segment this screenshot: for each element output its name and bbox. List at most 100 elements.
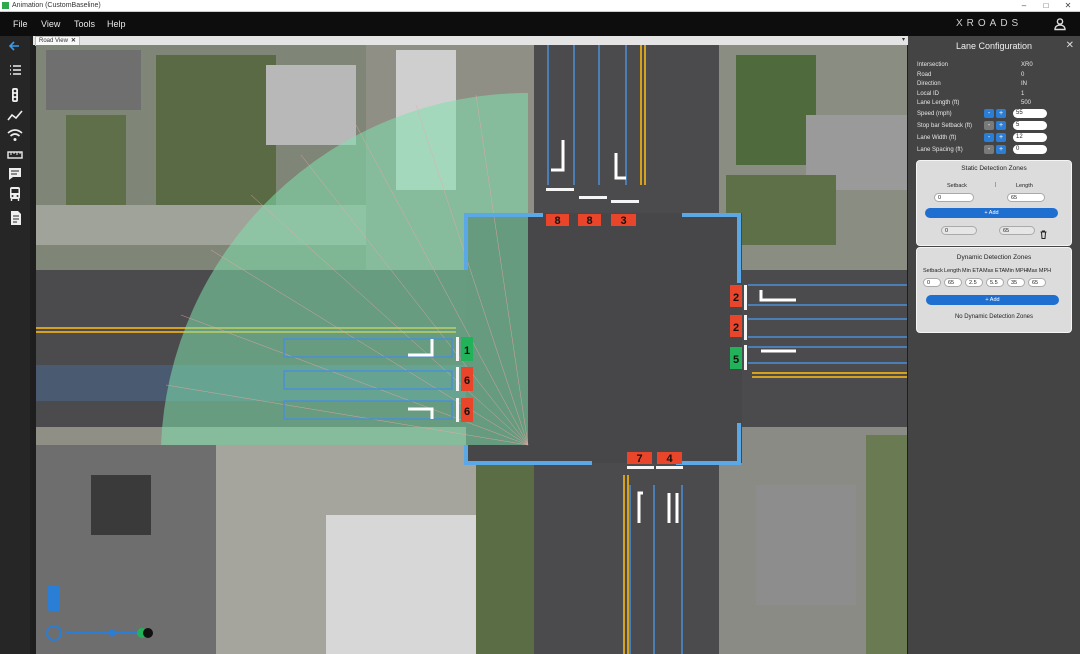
svg-text:6: 6 [464,406,470,418]
menu-tools[interactable]: Tools [74,12,95,36]
speed-decrement-button[interactable]: - [984,109,994,118]
menu-file[interactable]: File [13,12,28,36]
static-add-button[interactable]: + Add [925,208,1058,218]
traffic-light-icon[interactable] [5,87,25,103]
brand-logo: XROADS [956,18,1023,29]
svg-text:8: 8 [586,215,592,227]
static-setback-input[interactable]: 0 [934,193,974,202]
menu-bar: File View Tools Help XROADS [0,12,1080,36]
app-icon [2,2,9,9]
lane-width-input[interactable]: 12 [1013,133,1047,142]
static-length-label: Length [1016,183,1033,189]
map-zoom-slider [48,585,60,611]
prop-label: Lane Length (ft) [917,100,960,106]
report-icon[interactable] [5,210,25,226]
dynamic-add-button[interactable]: + Add [926,295,1059,305]
speed-increment-button[interactable]: + [996,109,1006,118]
stopbar-setback-label: Stop bar Setback (ft) [917,123,973,129]
panel-title: Lane Configuration [955,41,1033,51]
speed-row: Speed (mph) - + 55 [917,109,1072,119]
prop-label: Intersection [917,62,949,68]
dyn-min-eta-input[interactable]: 2.5 [965,278,983,287]
tab-close-icon[interactable]: ✕ [71,38,76,44]
lane-width-row: Lane Width (ft) - + 12 [917,133,1072,143]
message-icon[interactable] [5,166,25,182]
svg-text:1: 1 [464,345,470,357]
menu-view[interactable]: View [41,12,60,36]
static-zones-title: Static Detection Zones [961,165,1027,172]
svg-text:2: 2 [733,292,739,304]
spacing-decrement-button[interactable]: - [984,145,994,154]
lane-width-label: Lane Width (ft) [917,135,957,141]
ruler-icon[interactable] [5,147,25,163]
spacing-increment-button[interactable]: + [996,145,1006,154]
static-length-input[interactable]: 65 [1007,193,1045,202]
width-decrement-button[interactable]: - [984,133,994,142]
zone-badge-south-2: 4 [657,452,682,465]
wifi-icon[interactable] [5,127,25,143]
svg-text:8: 8 [554,215,560,227]
svg-text:7: 7 [636,453,642,465]
zone-badge-north-1: 8 [546,214,569,227]
svg-text:3: 3 [620,215,626,227]
prop-intersection: Intersection XR0 [917,60,1072,70]
dyn-length-input[interactable]: 65 [944,278,962,287]
svg-text:5: 5 [733,354,739,366]
list-icon[interactable] [5,62,25,78]
dyn-header-max-eta: Max ETA [983,268,1006,274]
minimize-button[interactable]: – [1018,0,1030,11]
panel-close-icon[interactable]: ✕ [1066,36,1074,56]
user-icon[interactable] [1053,17,1067,31]
setback-decrement-button[interactable]: - [984,121,994,130]
zone-badge-west-2: 6 [461,367,473,391]
tab-overflow-menu-icon[interactable]: ▾ [902,36,905,45]
zone-badge-west-3: 6 [461,398,473,422]
setback-increment-button[interactable]: + [996,121,1006,130]
zone-badge-south-1: 7 [627,452,652,465]
lane-spacing-input[interactable]: 0 [1013,145,1047,154]
dyn-max-eta-input[interactable]: 5.5 [986,278,1004,287]
dyn-setback-input[interactable]: 0 [923,278,941,287]
zone-badge-east-1: 2 [730,285,742,307]
trash-icon[interactable] [1039,226,1048,239]
dynamic-empty-message: No Dynamic Detection Zones [954,314,1034,320]
panel-header: Lane Configuration ✕ [908,36,1080,56]
tab-road-view-label: Road View [39,38,68,44]
stopbar-setback-input[interactable]: 5 [1013,121,1047,130]
maximize-button[interactable]: □ [1040,0,1052,11]
prop-direction: Direction IN [917,79,1072,89]
speed-input[interactable]: 55 [1013,109,1047,118]
zone-badge-west-1: 1 [461,337,473,361]
dynamic-zones-title: Dynamic Detection Zones [956,254,1032,261]
static-zone-length-value[interactable]: 65 [999,226,1035,235]
window-titlebar: Animation (CustomBaseline) – □ ✕ [0,0,1080,12]
dyn-header-min-eta: Min ETA [962,268,983,274]
zone-badge-north-3: 3 [611,214,636,227]
lane-spacing-label: Lane Spacing (ft) [917,147,963,153]
svg-text:6: 6 [464,375,470,387]
lane-spacing-row: Lane Spacing (ft) - + 0 [917,145,1072,155]
prop-value: XR0 [1021,62,1033,68]
static-setback-label: Setback [947,183,967,189]
stopbar-setback-row: Stop bar Setback (ft) - + 5 [917,121,1072,131]
prop-label: Direction [917,81,941,87]
back-arrow-icon[interactable] [5,38,25,54]
static-zone-setback-value[interactable]: 0 [941,226,977,235]
menu-help[interactable]: Help [107,12,126,36]
dyn-min-mph-input[interactable]: 35 [1007,278,1025,287]
zone-badge-east-3: 5 [730,347,742,369]
width-increment-button[interactable]: + [996,133,1006,142]
dyn-header-min-mph: Min MPH [1005,268,1028,274]
close-window-button[interactable]: ✕ [1062,0,1074,11]
road-map-view[interactable]: 8 8 3 2 2 5 1 6 6 7 4 [36,45,907,654]
dyn-max-mph-input[interactable]: 65 [1028,278,1046,287]
dyn-header-setback: Setback [923,268,943,274]
line-chart-icon[interactable] [5,108,25,124]
dyn-header-length: Length [944,268,961,274]
speed-label: Speed (mph) [917,111,952,117]
svg-text:2: 2 [733,322,739,334]
column-divider: | [995,182,997,188]
prop-value: 500 [1021,100,1032,106]
dyn-header-max-mph: Max MPH [1027,268,1052,274]
bus-icon[interactable] [5,186,25,202]
